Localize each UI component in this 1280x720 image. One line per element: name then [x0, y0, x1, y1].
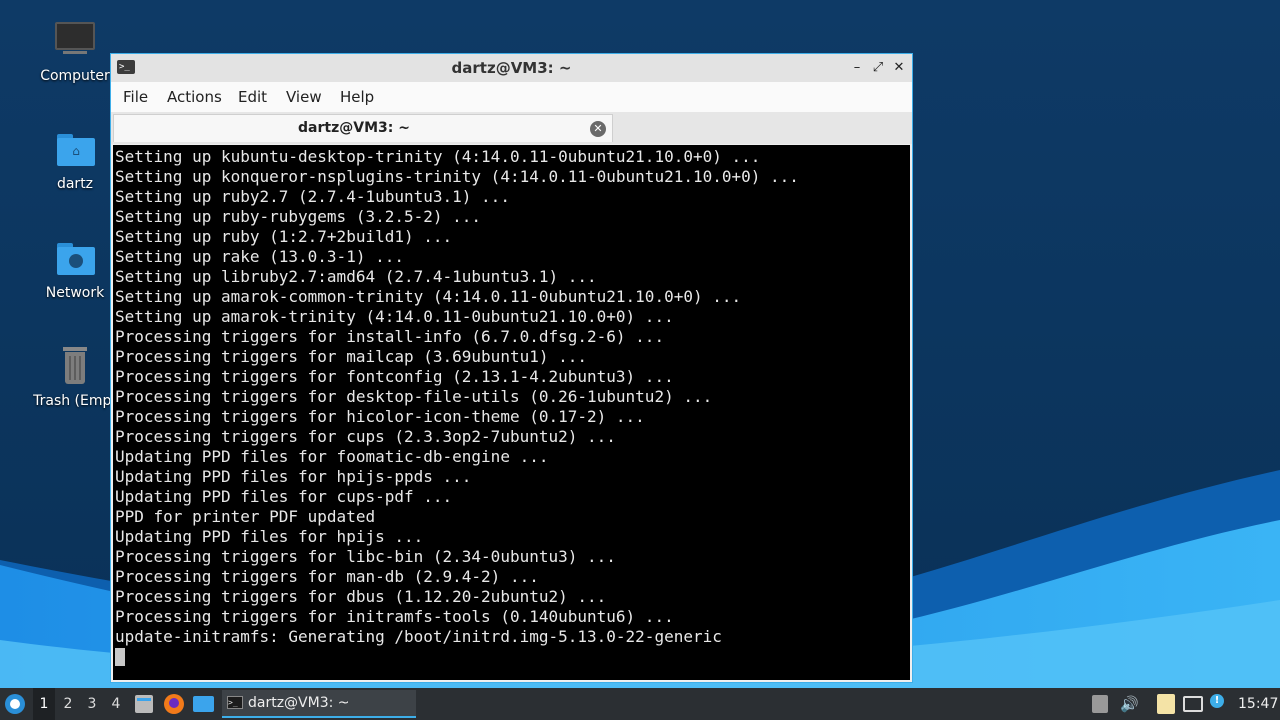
taskbar-window-label: dartz@VM3: ~ — [248, 695, 350, 711]
terminal-line: Processing triggers for cups (2.3.3op2-7… — [115, 427, 616, 446]
terminal-line: Setting up ruby-rubygems (3.2.5-2) ... — [115, 207, 482, 226]
menu-help[interactable]: Help — [340, 88, 374, 106]
terminal-cursor — [115, 648, 125, 666]
terminal-line: Processing triggers for libc-bin (2.34-0… — [115, 547, 616, 566]
tab-label: dartz@VM3: ~ — [298, 120, 410, 136]
terminal-line: Processing triggers for man-db (2.9.4-2)… — [115, 567, 539, 586]
taskbar-window-button[interactable]: >_ dartz@VM3: ~ — [222, 690, 416, 718]
home-folder-icon: ⌂ — [53, 128, 97, 172]
terminal-line: Setting up amarok-common-trinity (4:14.0… — [115, 287, 742, 306]
terminal-line: Setting up libruby2.7:amd64 (2.7.4-1ubun… — [115, 267, 597, 286]
show-desktop-icon[interactable] — [193, 696, 214, 712]
terminal-tab[interactable]: dartz@VM3: ~ ✕ — [113, 114, 613, 142]
terminal-line: Processing triggers for fontconfig (2.13… — [115, 367, 674, 386]
trash-icon — [53, 345, 97, 389]
clipboard-icon[interactable] — [1157, 694, 1175, 714]
terminal-line: update-initramfs: Generating /boot/initr… — [115, 627, 722, 646]
menu-actions[interactable]: Actions — [167, 88, 222, 106]
workspace-1[interactable]: 1 — [33, 688, 55, 720]
terminal-line: Updating PPD files for hpijs ... — [115, 527, 424, 546]
clock[interactable]: 15:47 — [1238, 696, 1278, 712]
tray-expander-icon[interactable] — [1092, 695, 1108, 713]
terminal-line: Setting up amarok-trinity (4:14.0.11-0ub… — [115, 307, 674, 326]
network-folder-icon — [53, 237, 97, 281]
update-notifier-icon[interactable]: ! — [1210, 694, 1224, 708]
terminal-line: Processing triggers for hicolor-icon-the… — [115, 407, 645, 426]
workspace-2[interactable]: 2 — [57, 688, 79, 720]
terminal-line: Processing triggers for mailcap (3.69ubu… — [115, 347, 588, 366]
menu-view[interactable]: View — [286, 88, 322, 106]
taskbar: 1 2 3 4 >_ dartz@VM3: ~ 🔊 ! 15:47 — [0, 688, 1280, 720]
tab-bar: dartz@VM3: ~ ✕ — [111, 112, 912, 144]
window-title: dartz@VM3: ~ — [451, 59, 572, 77]
terminal-line: Setting up konqueror-nsplugins-trinity (… — [115, 167, 799, 186]
network-icon[interactable] — [1183, 696, 1203, 712]
terminal-line: Processing triggers for install-info (6.… — [115, 327, 665, 346]
workspace-4[interactable]: 4 — [105, 688, 127, 720]
tab-close-icon[interactable]: ✕ — [590, 121, 606, 137]
start-menu-icon[interactable] — [5, 694, 25, 714]
terminal-line: Setting up rake (13.0.3-1) ... — [115, 247, 404, 266]
terminal-icon: >_ — [227, 696, 243, 709]
menu-file[interactable]: File — [123, 88, 148, 106]
workspace-3[interactable]: 3 — [81, 688, 103, 720]
close-button[interactable]: ✕ — [890, 59, 908, 77]
terminal-line: Updating PPD files for foomatic-db-engin… — [115, 447, 549, 466]
menu-bar: File Actions Edit View Help — [111, 82, 912, 112]
terminal-line: Processing triggers for dbus (1.12.20-2u… — [115, 587, 607, 606]
maximize-button[interactable]: ⤢ — [869, 59, 887, 77]
terminal-line: Setting up ruby2.7 (2.7.4-1ubuntu3.1) ..… — [115, 187, 510, 206]
volume-icon[interactable]: 🔊 — [1120, 695, 1140, 713]
terminal-line: Updating PPD files for hpijs-ppds ... — [115, 467, 472, 486]
terminal-line: Updating PPD files for cups-pdf ... — [115, 487, 453, 506]
computer-icon — [53, 20, 97, 64]
terminal-lines: Setting up kubuntu-desktop-trinity (4:14… — [115, 147, 799, 647]
terminal-output[interactable]: Setting up kubuntu-desktop-trinity (4:14… — [113, 145, 910, 680]
terminal-line: PPD for printer PDF updated — [115, 507, 376, 526]
terminal-window[interactable]: >_ dartz@VM3: ~ – ⤢ ✕ File Actions Edit … — [110, 53, 913, 683]
minimize-button[interactable]: – — [848, 59, 866, 77]
window-titlebar[interactable]: >_ dartz@VM3: ~ – ⤢ ✕ — [111, 54, 912, 82]
file-manager-launcher-icon[interactable] — [135, 695, 153, 713]
firefox-icon[interactable] — [164, 694, 184, 714]
terminal-line: Setting up ruby (1:2.7+2build1) ... — [115, 227, 453, 246]
menu-edit[interactable]: Edit — [238, 88, 267, 106]
terminal-line: Processing triggers for desktop-file-uti… — [115, 387, 713, 406]
terminal-line: Processing triggers for initramfs-tools … — [115, 607, 674, 626]
terminal-line: Setting up kubuntu-desktop-trinity (4:14… — [115, 147, 761, 166]
